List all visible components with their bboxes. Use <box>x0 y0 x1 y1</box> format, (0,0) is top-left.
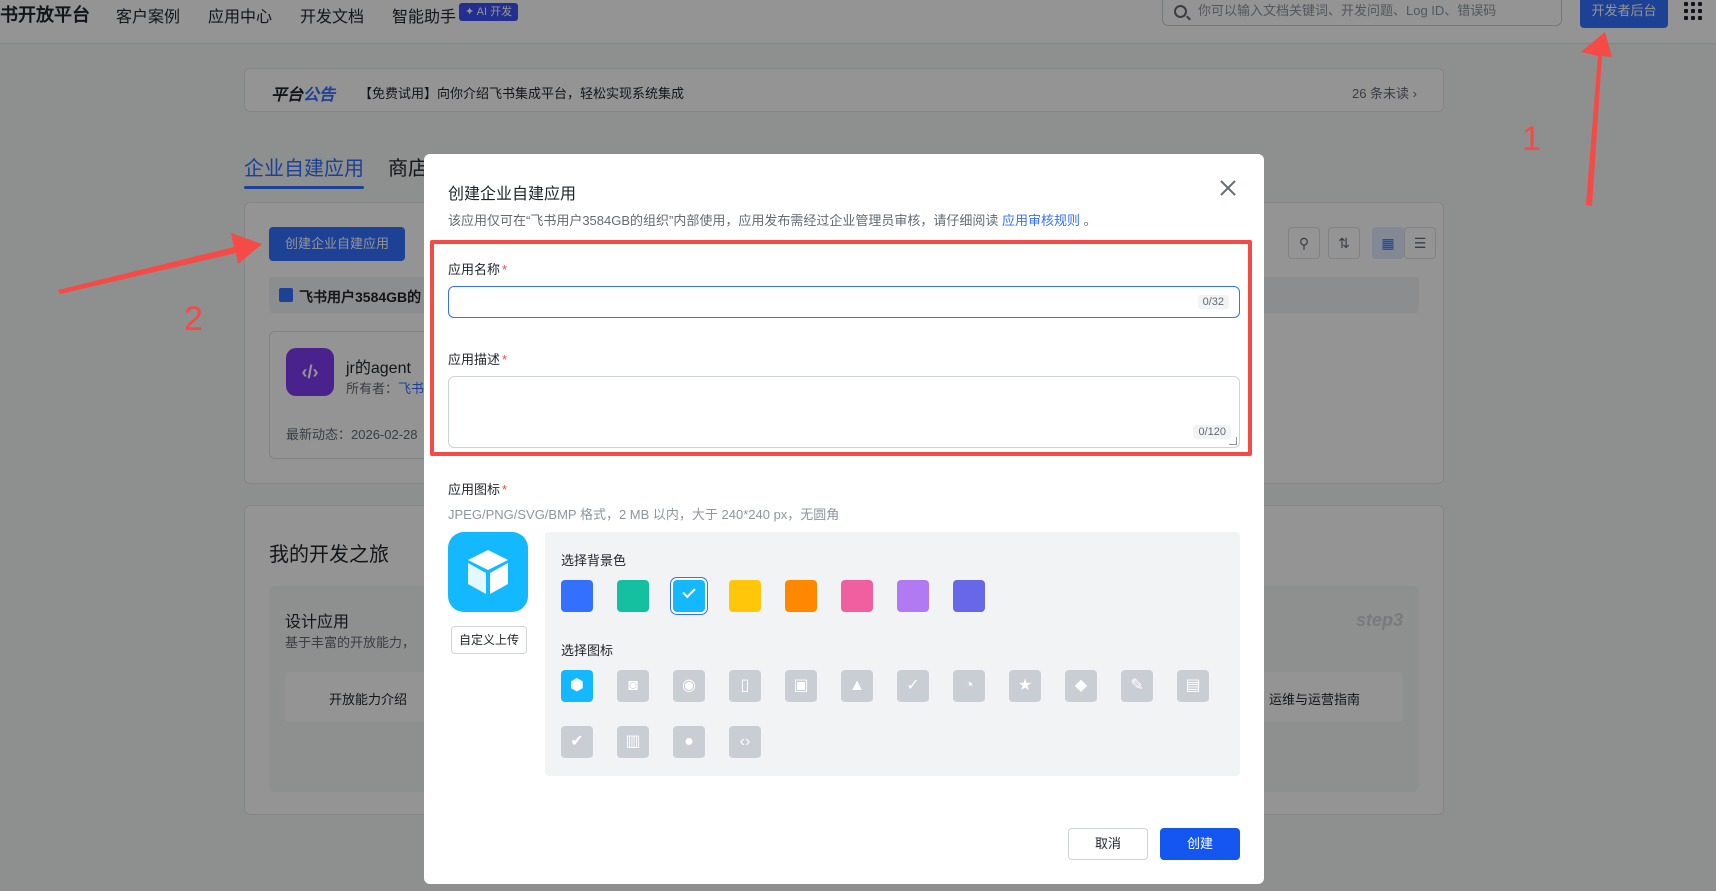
annotation-label-1: 1 <box>1522 120 1541 158</box>
annotation-label-2: 2 <box>184 300 203 338</box>
annotation-arrows <box>58 32 1612 294</box>
